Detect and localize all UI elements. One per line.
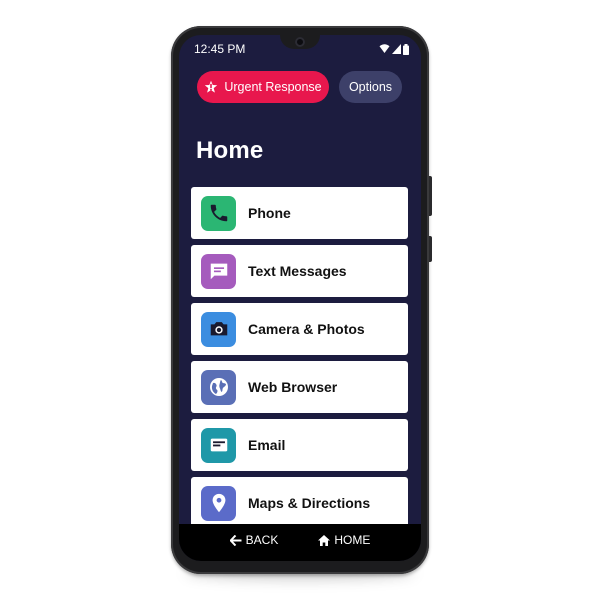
urgent-response-button[interactable]: Urgent Response	[197, 71, 329, 103]
map-pin-icon	[201, 485, 236, 521]
message-icon	[201, 253, 236, 289]
phone-icon	[201, 195, 236, 231]
options-button[interactable]: Options	[339, 71, 402, 103]
app-label-web-browser: Web Browser	[248, 379, 338, 395]
app-label-camera-photos: Camera & Photos	[248, 321, 365, 337]
app-list: Phone Text Messages Camera & Photos Web …	[191, 187, 408, 529]
page-title: Home	[196, 137, 264, 164]
battery-icon	[403, 43, 409, 55]
back-label: BACK	[245, 533, 279, 547]
app-label-text-messages: Text Messages	[248, 263, 347, 279]
camera-icon	[201, 311, 236, 347]
home-label: HOME	[334, 533, 371, 547]
options-label: Options	[348, 80, 393, 94]
wifi-icon	[379, 44, 390, 53]
status-time: 12:45 PM	[194, 42, 246, 56]
star-icon	[205, 80, 218, 93]
app-item-phone[interactable]: Phone	[191, 187, 408, 239]
volume-button	[429, 176, 432, 216]
app-label-email: Email	[248, 437, 286, 453]
app-label-phone: Phone	[248, 205, 291, 221]
app-item-text-messages[interactable]: Text Messages	[191, 245, 408, 297]
app-item-maps-directions[interactable]: Maps & Directions	[191, 477, 408, 529]
phone-screen: 12:45 PM Urgent Response Options Home Ph…	[179, 35, 421, 561]
bottom-nav-bar: BACK HOME	[179, 524, 421, 561]
app-label-maps-directions: Maps & Directions	[248, 495, 371, 511]
status-icons	[379, 43, 409, 55]
app-item-web-browser[interactable]: Web Browser	[191, 361, 408, 413]
home-button[interactable]: HOME	[318, 533, 370, 547]
status-bar: 12:45 PM	[194, 41, 409, 57]
power-button	[429, 236, 432, 262]
app-item-email[interactable]: Email	[191, 419, 408, 471]
globe-icon	[201, 369, 236, 405]
home-icon	[318, 534, 331, 546]
back-button[interactable]: BACK	[229, 533, 279, 547]
email-icon	[201, 427, 236, 463]
signal-icon	[392, 44, 401, 54]
app-item-camera-photos[interactable]: Camera & Photos	[191, 303, 408, 355]
urgent-response-label: Urgent Response	[224, 80, 322, 94]
phone-device: 12:45 PM Urgent Response Options Home Ph…	[171, 26, 432, 574]
arrow-left-icon	[229, 534, 242, 546]
